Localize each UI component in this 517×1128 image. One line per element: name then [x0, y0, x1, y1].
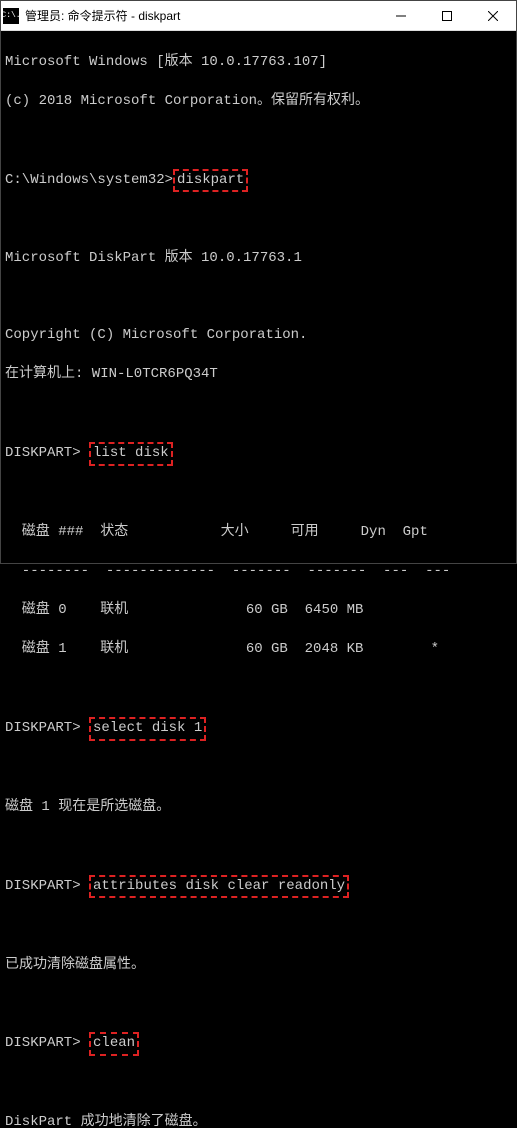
prompt-line: C:\Windows\system32>diskpart	[5, 169, 512, 193]
window-controls	[378, 1, 516, 30]
diskpart-prompt: DISKPART>	[5, 720, 81, 736]
diskpart-prompt: DISKPART>	[5, 1035, 81, 1051]
cmd-clean: clean	[89, 1032, 139, 1056]
cmd-icon: C:\.	[3, 8, 19, 24]
prompt-path: C:\Windows\system32>	[5, 172, 173, 188]
minimize-button[interactable]	[378, 1, 424, 30]
prompt-line: DISKPART> clean	[5, 1032, 512, 1056]
close-button[interactable]	[470, 1, 516, 30]
copyright-line: (c) 2018 Microsoft Corporation。保留所有权利。	[5, 92, 512, 112]
table-header: 磁盘 ### 状态 大小 可用 Dyn Gpt	[5, 523, 512, 543]
prompt-line: DISKPART> select disk 1	[5, 717, 512, 741]
diskpart-copyright: Copyright (C) Microsoft Corporation.	[5, 326, 512, 346]
prompt-line: DISKPART> list disk	[5, 442, 512, 466]
cmd-list-disk: list disk	[89, 442, 173, 466]
output-message: DiskPart 成功地清除了磁盘。	[5, 1113, 512, 1128]
host-line: 在计算机上: WIN-L0TCR6PQ34T	[5, 365, 512, 385]
window-title: 管理员: 命令提示符 - diskpart	[25, 7, 378, 24]
cmd-select-disk: select disk 1	[89, 717, 206, 741]
diskpart-version: Microsoft DiskPart 版本 10.0.17763.1	[5, 249, 512, 269]
cmd-attributes-clear: attributes disk clear readonly	[89, 875, 349, 899]
maximize-button[interactable]	[424, 1, 470, 30]
table-row: 磁盘 1 联机 60 GB 2048 KB *	[5, 640, 512, 660]
table-separator: -------- ------------- ------- ------- -…	[5, 562, 512, 582]
table-row: 磁盘 0 联机 60 GB 6450 MB	[5, 601, 512, 621]
terminal-output[interactable]: Microsoft Windows [版本 10.0.17763.107] (c…	[1, 31, 516, 1128]
output-message: 已成功清除磁盘属性。	[5, 956, 512, 976]
diskpart-prompt: DISKPART>	[5, 445, 81, 461]
diskpart-prompt: DISKPART>	[5, 878, 81, 894]
title-bar: C:\. 管理员: 命令提示符 - diskpart	[1, 1, 516, 31]
output-message: 磁盘 1 现在是所选磁盘。	[5, 798, 512, 818]
version-line: Microsoft Windows [版本 10.0.17763.107]	[5, 53, 512, 73]
cmd-diskpart: diskpart	[173, 169, 248, 193]
prompt-line: DISKPART> attributes disk clear readonly	[5, 875, 512, 899]
